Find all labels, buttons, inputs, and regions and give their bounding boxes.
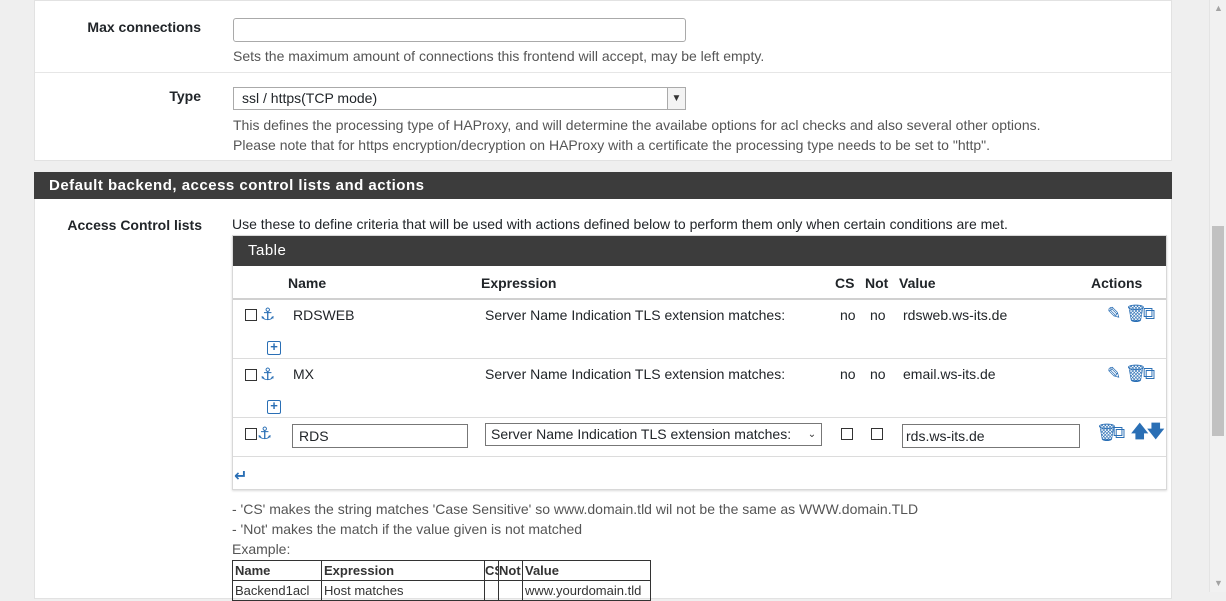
acl-table-title: Table bbox=[233, 236, 1166, 266]
anchor-icon[interactable]: ⚓ bbox=[260, 306, 275, 323]
example-table: Name Expression CS Not Value Backend1acl… bbox=[232, 560, 651, 601]
example-header: Name bbox=[232, 560, 322, 581]
type-help-line2: Please note that for https encryption/de… bbox=[233, 137, 991, 153]
example-header: CS bbox=[484, 560, 499, 581]
plus-square-icon[interactable]: + bbox=[267, 340, 281, 355]
example-header: Value bbox=[522, 560, 651, 581]
acl-expression-value: Server Name Indication TLS extension mat… bbox=[491, 426, 792, 442]
row-divider bbox=[233, 358, 1166, 359]
frontend-settings-panel: Max connections Sets the maximum amount … bbox=[34, 0, 1172, 161]
chevron-down-icon: ▼ bbox=[667, 88, 685, 109]
col-name: Name bbox=[288, 275, 327, 291]
example-cell: www.yourdomain.tld bbox=[522, 580, 651, 601]
row-select-checkbox[interactable] bbox=[245, 369, 257, 381]
col-cs: CS bbox=[835, 275, 855, 291]
col-expression: Expression bbox=[481, 275, 557, 291]
scroll-down-icon[interactable]: ▼ bbox=[1210, 575, 1226, 592]
acl-not: no bbox=[870, 366, 886, 382]
max-connections-label: Max connections bbox=[87, 19, 201, 35]
chevron-down-icon: ⌄ bbox=[803, 424, 821, 445]
col-actions: Actions bbox=[1091, 275, 1143, 291]
scroll-up-icon[interactable]: ▲ bbox=[1210, 0, 1226, 17]
type-help-line1: This defines the processing type of HAPr… bbox=[233, 117, 1041, 133]
cs-note: - 'CS' makes the string matches 'Case Se… bbox=[232, 501, 919, 517]
example-cell: Backend1acl bbox=[232, 580, 322, 601]
row-divider bbox=[233, 456, 1166, 457]
type-select[interactable]: ssl / https(TCP mode) ▼ bbox=[233, 87, 686, 110]
arrow-up-icon[interactable]: 🡅 bbox=[1131, 423, 1148, 440]
type-row: Type ssl / https(TCP mode) ▼ This define… bbox=[35, 73, 1171, 161]
acl-not: no bbox=[870, 307, 886, 323]
acl-expression-select[interactable]: Server Name Indication TLS extension mat… bbox=[485, 423, 822, 446]
plus-square-icon[interactable]: + bbox=[267, 399, 281, 414]
example-cell bbox=[484, 580, 499, 601]
type-label: Type bbox=[169, 88, 201, 104]
turn-down-icon[interactable]: ↵ bbox=[234, 468, 247, 485]
scroll-thumb[interactable] bbox=[1212, 226, 1224, 436]
header-divider bbox=[233, 298, 1166, 300]
section-title: Default backend, access control lists an… bbox=[34, 172, 1172, 199]
anchor-icon[interactable]: ⚓ bbox=[260, 366, 275, 383]
acl-cs: no bbox=[840, 366, 856, 382]
acl-value: rdsweb.ws-its.de bbox=[903, 307, 1008, 323]
max-connections-input[interactable] bbox=[233, 18, 686, 42]
acl-description: Use these to define criteria that will b… bbox=[232, 216, 1008, 232]
acl-value-input[interactable] bbox=[902, 424, 1080, 448]
col-value: Value bbox=[899, 275, 936, 291]
row-divider bbox=[233, 417, 1166, 418]
example-header: Expression bbox=[321, 560, 485, 581]
acl-table: Table Name Expression CS Not Value Actio… bbox=[232, 235, 1167, 490]
example-header: Not bbox=[498, 560, 523, 581]
row-select-checkbox[interactable] bbox=[245, 309, 257, 321]
acl-expression: Server Name Indication TLS extension mat… bbox=[485, 366, 786, 382]
acl-expression: Server Name Indication TLS extension mat… bbox=[485, 307, 786, 323]
acl-name: MX bbox=[293, 366, 314, 382]
max-connections-help: Sets the maximum amount of connections t… bbox=[233, 48, 765, 64]
copy-icon[interactable]: ⧉ bbox=[1143, 305, 1155, 322]
example-cell: Host matches bbox=[321, 580, 485, 601]
pencil-icon[interactable]: ✎ bbox=[1107, 305, 1121, 322]
max-connections-row: Max connections Sets the maximum amount … bbox=[35, 1, 1171, 73]
example-label: Example: bbox=[232, 541, 291, 557]
pencil-icon[interactable]: ✎ bbox=[1107, 365, 1121, 382]
cs-checkbox[interactable] bbox=[841, 428, 853, 440]
acl-name-input[interactable] bbox=[292, 424, 468, 448]
copy-icon[interactable]: ⧉ bbox=[1113, 424, 1125, 441]
acl-value: email.ws-its.de bbox=[903, 366, 996, 382]
example-cell bbox=[498, 580, 523, 601]
copy-icon[interactable]: ⧉ bbox=[1143, 365, 1155, 382]
row-select-checkbox[interactable] bbox=[245, 428, 257, 440]
page-scrollbar[interactable]: ▲ ▼ bbox=[1209, 0, 1226, 592]
col-not: Not bbox=[865, 275, 889, 291]
not-checkbox[interactable] bbox=[871, 428, 883, 440]
acl-cs: no bbox=[840, 307, 856, 323]
anchor-icon[interactable]: ⚓ bbox=[257, 425, 272, 442]
acl-label: Access Control lists bbox=[67, 217, 202, 233]
acl-name: RDSWEB bbox=[293, 307, 355, 323]
type-select-value: ssl / https(TCP mode) bbox=[242, 90, 378, 106]
arrow-down-icon[interactable]: 🡇 bbox=[1147, 423, 1164, 440]
not-note: - 'Not' makes the match if the value giv… bbox=[232, 521, 583, 537]
